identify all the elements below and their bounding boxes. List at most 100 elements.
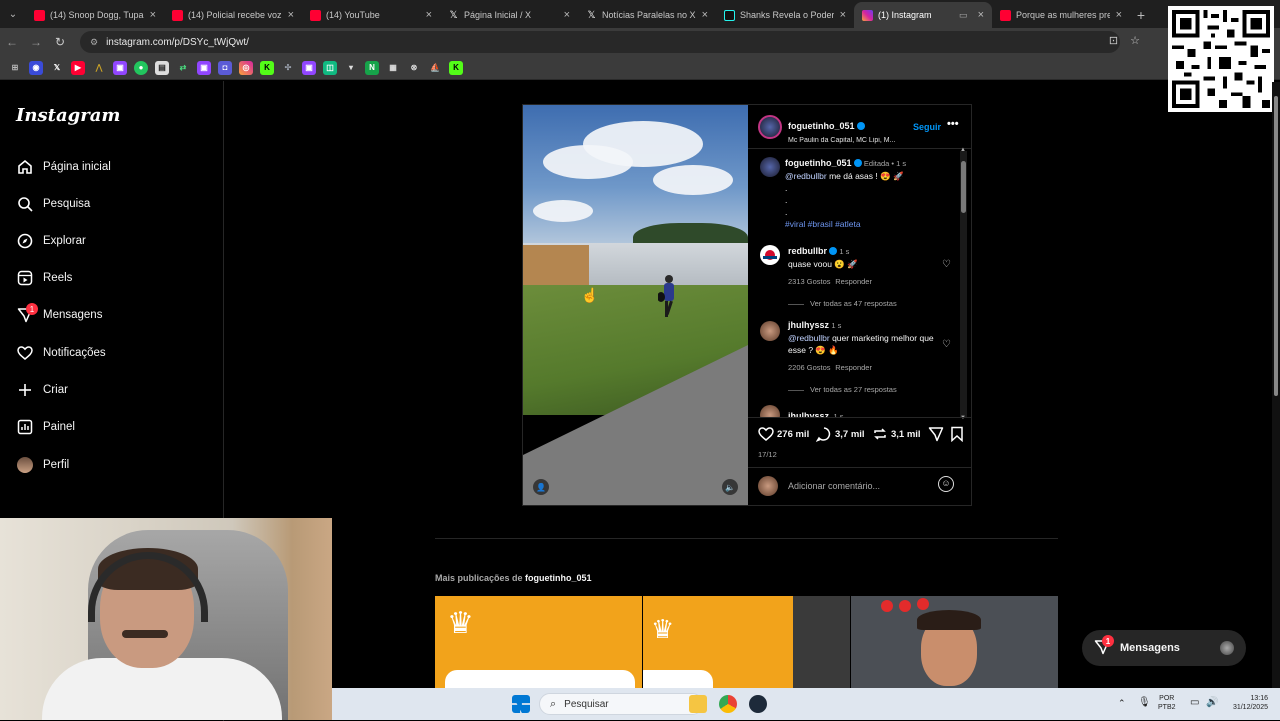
nav-item-search[interactable]: Pesquisa xyxy=(16,192,90,216)
post-thumbnail[interactable]: ♛ xyxy=(435,596,642,688)
volume-icon[interactable]: 🔊 xyxy=(1206,698,1218,708)
author-username[interactable]: foguetinho_051 xyxy=(788,121,855,131)
url-field[interactable]: ⚙ instagram.com/p/DSYc_tWjQwt/ xyxy=(80,31,1120,53)
windows-start-icon[interactable] xyxy=(512,695,530,713)
twitch-bookmark-icon[interactable]: ▣ xyxy=(302,60,316,75)
nav-item-home[interactable]: Página inicial xyxy=(16,155,111,179)
scroll-up-icon[interactable]: ▲ xyxy=(960,147,966,153)
close-icon[interactable]: × xyxy=(564,9,570,21)
browser-tab[interactable]: 𝕏 Notícias Paralelas no X: " × xyxy=(578,2,716,28)
browser-tab[interactable]: (14) Policial recebe voz de× xyxy=(164,2,302,28)
post-video[interactable]: 👤 🔈 xyxy=(523,105,748,505)
tagged-user-icon[interactable]: 👤 xyxy=(533,479,549,495)
microphone-icon[interactable]: 🎙 xyxy=(1138,698,1151,708)
browser-tab[interactable]: Shanks Revela o Poder d × xyxy=(716,2,854,28)
chrome-icon[interactable] xyxy=(719,695,737,713)
bookmark-icon[interactable]: ⋀ xyxy=(92,61,106,75)
back-icon[interactable]: ← xyxy=(0,35,24,49)
commenter-avatar[interactable] xyxy=(760,321,780,341)
mention-link[interactable]: @redbullbr xyxy=(788,333,830,343)
bookmark-icon[interactable]: ▾ xyxy=(344,61,358,75)
more-options-icon[interactable]: ••• xyxy=(947,118,959,130)
kick-bookmark-icon[interactable]: K xyxy=(260,60,274,75)
browser-tab-active[interactable]: (1) Instagram ▭ × xyxy=(854,2,992,28)
hashtags[interactable]: #viral #brasil #atleta xyxy=(785,218,955,230)
view-replies-button[interactable]: Ver todas as 27 respostas xyxy=(788,384,940,396)
share-button[interactable] xyxy=(928,426,944,442)
post-thumbnail[interactable]: ♛ xyxy=(643,596,850,688)
comments-scrollbar[interactable]: ▲ ▼ xyxy=(960,147,967,421)
forward-icon[interactable]: → xyxy=(24,35,48,49)
nav-item-messages[interactable]: 1 Mensagens xyxy=(16,303,102,327)
twitch-bookmark-icon[interactable]: ▣ xyxy=(113,60,127,75)
bookmark-icon[interactable]: ▦ xyxy=(386,61,400,75)
comment-input[interactable]: Adicionar comentário... xyxy=(788,481,880,491)
mention-link[interactable]: @redbullbr xyxy=(785,171,827,181)
close-icon[interactable]: × xyxy=(1116,9,1122,21)
taskbar-search[interactable]: ⌕ Pesquisar xyxy=(539,693,703,715)
author-avatar[interactable] xyxy=(758,115,782,139)
install-app-icon[interactable]: ⊡ xyxy=(1109,34,1118,47)
twitch-bookmark-icon[interactable]: ▣ xyxy=(197,60,211,75)
bookmark-icon[interactable]: ✣ xyxy=(281,61,295,75)
nav-item-profile[interactable]: Perfil xyxy=(16,453,69,477)
app-icon[interactable] xyxy=(749,695,767,713)
volume-icon[interactable]: 🔈 xyxy=(722,479,738,495)
bookmark-icon[interactable]: ⛵ xyxy=(428,61,442,75)
browser-tab[interactable]: 𝕏 Página Inicial / X × xyxy=(440,2,578,28)
post-thumbnail[interactable] xyxy=(851,596,1058,688)
nav-item-notifications[interactable]: Notificações xyxy=(16,341,106,365)
repost-button[interactable]: 3,1 mil xyxy=(872,426,921,442)
nav-item-dashboard[interactable]: Painel xyxy=(16,415,75,439)
comment-like-heart-icon[interactable]: ♡ xyxy=(942,339,951,350)
instagram-logo[interactable]: Instagram xyxy=(16,105,120,126)
reply-button[interactable]: Responder xyxy=(835,363,872,372)
nav-item-reels[interactable]: Reels xyxy=(16,266,72,290)
page-scrollbar[interactable] xyxy=(1272,82,1280,688)
youtube-bookmark-icon[interactable]: ▶ xyxy=(71,60,85,75)
close-icon[interactable]: × xyxy=(150,9,156,21)
comment-button[interactable]: 3,7 mil xyxy=(816,426,865,442)
bookmark-icon[interactable]: ◉ xyxy=(29,60,43,75)
reload-icon[interactable]: ↻ xyxy=(48,35,72,49)
follow-button[interactable]: Seguir xyxy=(913,122,941,132)
nav-item-create[interactable]: Criar xyxy=(16,378,68,402)
instagram-bookmark-icon[interactable]: ◎ xyxy=(239,60,253,75)
close-icon[interactable]: × xyxy=(288,9,294,21)
browser-tab[interactable]: (14) Snoop Dogg, Tupac, × xyxy=(26,2,164,28)
bookmark-icon[interactable]: ◘ xyxy=(218,60,232,75)
more-posts-user[interactable]: foguetinho_051 xyxy=(525,573,592,583)
reply-button[interactable]: Responder xyxy=(835,277,872,286)
redbull-avatar[interactable] xyxy=(760,245,780,265)
commenter-avatar[interactable] xyxy=(760,405,780,417)
x-bookmark-icon[interactable]: 𝕏 xyxy=(50,61,64,75)
language-indicator[interactable]: POR PTB2 xyxy=(1158,694,1176,712)
site-info-icon[interactable]: ⚙ xyxy=(90,37,98,48)
browser-tab[interactable]: (14) YouTube × xyxy=(302,2,440,28)
caption-avatar[interactable] xyxy=(760,157,780,177)
view-replies-button[interactable]: Ver todas as 47 respostas xyxy=(788,298,948,310)
bookmark-icon[interactable]: ● xyxy=(134,60,148,75)
kick-bookmark-icon[interactable]: K xyxy=(449,60,463,75)
save-button[interactable] xyxy=(950,426,964,442)
browser-tab[interactable]: Porque as mulheres pref × xyxy=(992,2,1130,28)
bookmark-icon[interactable]: ⊗ xyxy=(407,61,421,75)
comment-like-heart-icon[interactable]: ♡ xyxy=(942,259,951,270)
like-button[interactable]: 276 mil xyxy=(758,426,809,442)
emoji-icon[interactable]: ☺ xyxy=(938,476,954,492)
file-explorer-icon[interactable] xyxy=(689,695,707,713)
close-icon[interactable]: × xyxy=(426,9,432,21)
bookmark-icon[interactable]: ⇄ xyxy=(176,61,190,75)
audio-label[interactable]: Mc Paulin da Capital, MC Lipi, M... xyxy=(788,137,910,144)
bookmark-icon[interactable]: ◫ xyxy=(323,60,337,75)
close-icon[interactable]: × xyxy=(840,9,846,21)
cast-icon[interactable]: ▭ xyxy=(959,10,968,21)
close-icon[interactable]: × xyxy=(702,9,708,21)
apps-grid-icon[interactable]: ⊞ xyxy=(8,61,22,75)
bookmark-star-icon[interactable]: ☆ xyxy=(1130,34,1140,47)
bookmark-icon[interactable]: ▤ xyxy=(155,60,169,75)
chevron-up-icon[interactable]: ⌃ xyxy=(1118,699,1126,708)
clock[interactable]: 13:16 31/12/2025 xyxy=(1222,694,1268,712)
bookmark-icon[interactable]: N xyxy=(365,60,379,75)
close-icon[interactable]: × xyxy=(978,9,984,21)
